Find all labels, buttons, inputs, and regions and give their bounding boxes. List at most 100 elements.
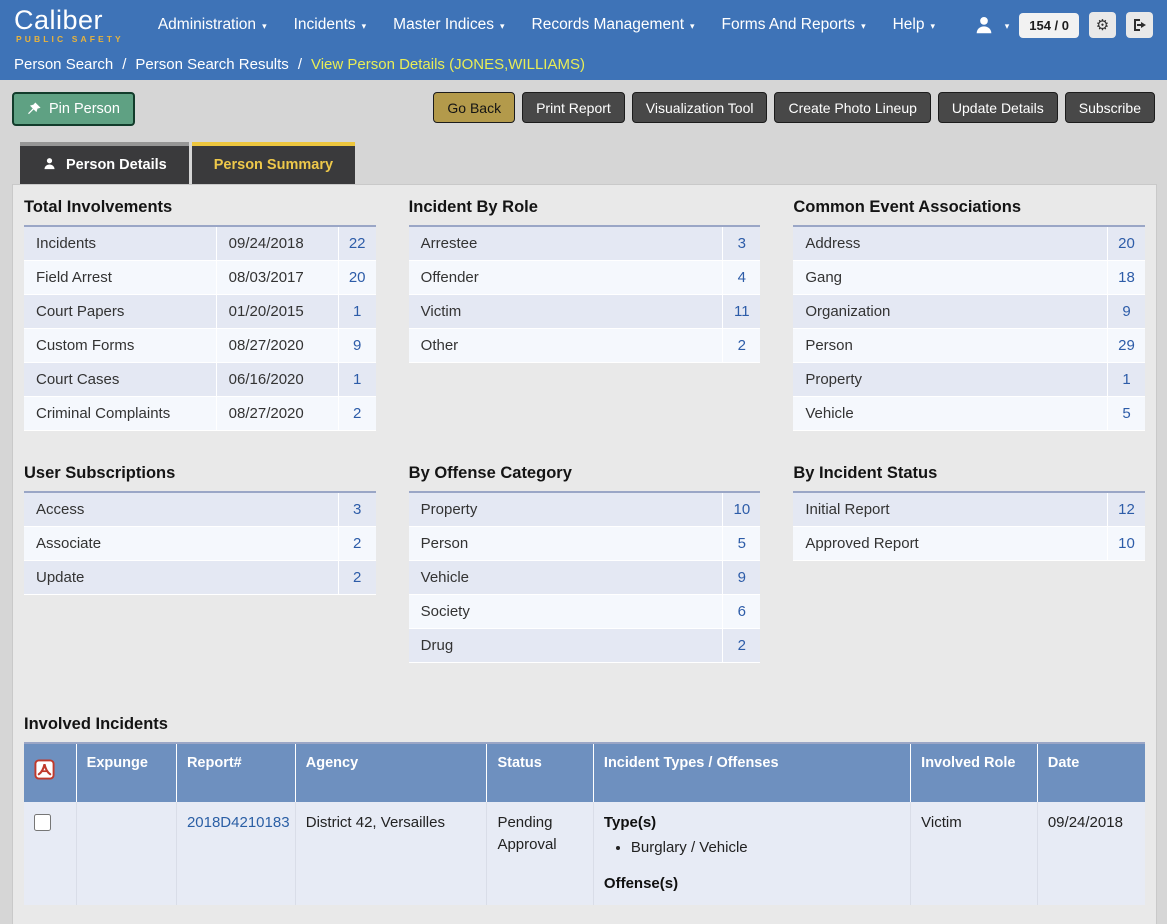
menu-label: Incidents <box>294 16 356 34</box>
create-photo-lineup-button[interactable]: Create Photo Lineup <box>774 92 930 123</box>
role-cell: Victim <box>911 802 1038 905</box>
summary-grid: Total InvolvementsIncidents09/24/201822F… <box>24 198 1145 663</box>
pin-person-button[interactable]: Pin Person <box>12 92 135 126</box>
row-count[interactable]: 29 <box>1107 329 1145 362</box>
nav-row: Caliber PUBLIC SAFETY Administration▾Inc… <box>0 0 1167 48</box>
section-by-offense-category: By Offense CategoryProperty10Person5Vehi… <box>409 464 761 663</box>
breadcrumb-person-search-results[interactable]: Person Search Results <box>135 56 288 73</box>
section-user-subscriptions: User SubscriptionsAccess3Associate2Updat… <box>24 464 376 595</box>
row-label: Approved Report <box>793 527 1107 560</box>
menu-label: Master Indices <box>393 16 494 34</box>
row-count[interactable]: 20 <box>338 261 376 294</box>
breadcrumb-separator: / <box>122 56 126 73</box>
subscribe-button[interactable]: Subscribe <box>1065 92 1155 123</box>
breadcrumb-person-search[interactable]: Person Search <box>14 56 113 73</box>
incidents-table-head: ExpungeReport#AgencyStatusIncident Types… <box>24 744 1145 802</box>
row-count[interactable]: 2 <box>722 629 760 662</box>
row-count[interactable]: 1 <box>338 363 376 396</box>
row-count[interactable]: 9 <box>338 329 376 362</box>
print-report-button[interactable]: Print Report <box>522 92 625 123</box>
menu-label: Help <box>893 16 925 34</box>
row-count[interactable]: 2 <box>722 329 760 362</box>
menu-label: Administration <box>158 16 256 34</box>
logout-button[interactable] <box>1126 12 1153 38</box>
row-label: Initial Report <box>793 493 1107 526</box>
table-row: Other2 <box>409 329 761 363</box>
table-row: Offender4 <box>409 261 761 295</box>
settings-button[interactable]: ⚙ <box>1089 12 1116 38</box>
table-row: Court Cases06/16/20201 <box>24 363 376 397</box>
table-row: Court Papers01/20/20151 <box>24 295 376 329</box>
tab-person-summary[interactable]: Person Summary <box>192 142 355 184</box>
row-count[interactable]: 4 <box>722 261 760 294</box>
menu-help[interactable]: Help ▾ <box>893 16 935 34</box>
table-row: Access3 <box>24 493 376 527</box>
menu-forms-and-reports[interactable]: Forms And Reports▾ <box>722 16 866 34</box>
menu-records-management[interactable]: Records Management ▾ <box>532 16 695 34</box>
row-date: 01/20/2015 <box>216 295 338 328</box>
pin-person-label: Pin Person <box>49 101 120 117</box>
types-label: Type(s) <box>604 814 656 831</box>
row-count[interactable]: 10 <box>1107 527 1145 560</box>
table-row: Vehicle9 <box>409 561 761 595</box>
row-count[interactable]: 3 <box>338 493 376 526</box>
visualization-tool-button[interactable]: Visualization Tool <box>632 92 768 123</box>
user-icon[interactable] <box>973 14 995 36</box>
chevron-down-icon: ▾ <box>930 21 935 32</box>
row-label: Vehicle <box>409 561 723 594</box>
table-row: Property10 <box>409 493 761 527</box>
go-back-button[interactable]: Go Back <box>433 92 515 123</box>
row-count[interactable]: 12 <box>1107 493 1145 526</box>
table-row: Associate2 <box>24 527 376 561</box>
row-label: Arrestee <box>409 227 723 260</box>
row-checkbox[interactable] <box>34 814 51 831</box>
row-count[interactable]: 2 <box>338 561 376 594</box>
row-count[interactable]: 6 <box>722 595 760 628</box>
chevron-down-icon: ▾ <box>362 21 367 32</box>
chevron-down-icon: ▾ <box>690 21 695 32</box>
row-count[interactable]: 5 <box>1107 397 1145 430</box>
row-label: Gang <box>793 261 1107 294</box>
involved-incidents-section: Involved Incidents ExpungeReport#AgencyS… <box>24 715 1145 905</box>
summary-table: Incidents09/24/201822Field Arrest08/03/2… <box>24 227 376 431</box>
pdf-export-icon[interactable] <box>34 759 55 787</box>
table-row: Field Arrest08/03/201720 <box>24 261 376 295</box>
menu-incidents[interactable]: Incidents ▾ <box>294 16 367 34</box>
row-count[interactable]: 9 <box>1107 295 1145 328</box>
column-header-date: Date <box>1037 744 1145 802</box>
row-count[interactable]: 2 <box>338 397 376 430</box>
row-count[interactable]: 3 <box>722 227 760 260</box>
row-count[interactable]: 22 <box>338 227 376 260</box>
update-details-button[interactable]: Update Details <box>938 92 1058 123</box>
row-label: Access <box>24 493 338 526</box>
caliber-logo[interactable]: Caliber PUBLIC SAFETY <box>14 7 124 44</box>
row-count[interactable]: 5 <box>722 527 760 560</box>
row-label: Property <box>409 493 723 526</box>
menu-master-indices[interactable]: Master Indices▾ <box>393 16 504 34</box>
row-count[interactable]: 1 <box>338 295 376 328</box>
row-count[interactable]: 20 <box>1107 227 1145 260</box>
menu-administration[interactable]: Administration▾ <box>158 16 267 34</box>
section-title: By Incident Status <box>793 464 1145 483</box>
menu-label: Records Management <box>532 16 685 34</box>
column-header-pdf <box>24 744 77 802</box>
row-count[interactable]: 1 <box>1107 363 1145 396</box>
report-link[interactable]: 2018D4210183 <box>187 814 290 831</box>
section-common-event-associations: Common Event AssociationsAddress20Gang18… <box>793 198 1145 431</box>
table-row: Victim11 <box>409 295 761 329</box>
user-menu-chevron-down-icon[interactable]: ▾ <box>1005 21 1010 32</box>
row-count[interactable]: 2 <box>338 527 376 560</box>
row-date: 09/24/2018 <box>216 227 338 260</box>
row-date: 08/27/2020 <box>216 397 338 430</box>
expunge-cell <box>77 802 177 905</box>
incidents-table-body: 2018D4210183District 42, VersaillesPendi… <box>24 802 1145 905</box>
row-count[interactable]: 11 <box>722 295 760 328</box>
logout-icon <box>1132 17 1148 33</box>
table-row: Gang18 <box>793 261 1145 295</box>
tab-person-details[interactable]: Person Details <box>20 142 189 184</box>
row-label: Criminal Complaints <box>24 397 216 430</box>
row-count[interactable]: 9 <box>722 561 760 594</box>
row-count[interactable]: 10 <box>722 493 760 526</box>
row-label: Field Arrest <box>24 261 216 294</box>
row-count[interactable]: 18 <box>1107 261 1145 294</box>
